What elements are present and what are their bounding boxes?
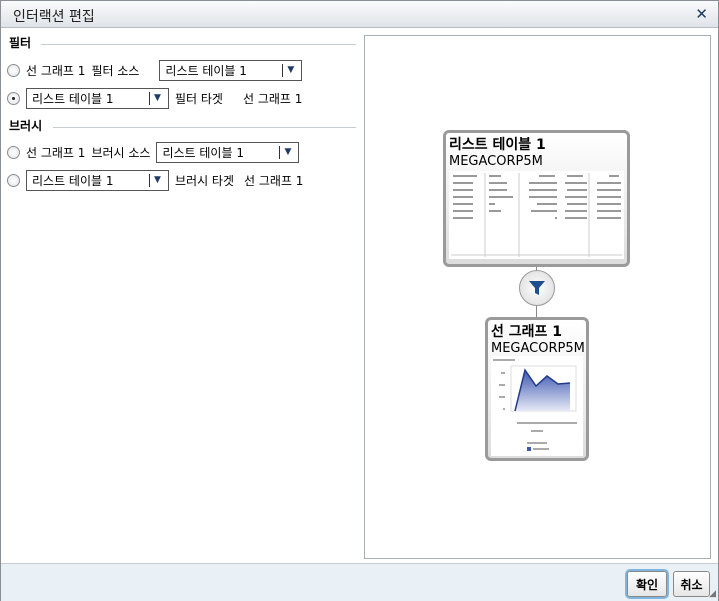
filter-target-select[interactable]: 리스트 테이블 1 ▼ — [26, 87, 169, 109]
role-label: 브러시 소스 — [91, 145, 151, 160]
cancel-button[interactable]: 취소 — [673, 571, 710, 597]
divider — [41, 44, 356, 45]
ok-button[interactable]: 확인 — [627, 571, 667, 597]
brush-heading: 브러시 — [9, 119, 43, 133]
select-value: 리스트 테이블 1 — [32, 91, 114, 106]
role-label: 필터 소스 — [91, 63, 140, 78]
card-title: 리스트 테이블 1 — [449, 137, 546, 153]
filter-source-select[interactable]: 리스트 테이블 1 ▼ — [159, 59, 303, 81]
select-value: 리스트 테이블 1 — [32, 173, 114, 188]
dialog-title: 인터랙션 편집 — [13, 9, 95, 25]
brush-target-radio[interactable] — [7, 173, 20, 187]
brush-target-row: 리스트 테이블 1 ▼ 브러시 타겟 선 그래프 1 — [7, 169, 309, 191]
divider — [53, 127, 356, 128]
chevron-down-icon: ▼ — [154, 175, 161, 185]
close-icon[interactable]: ✕ — [695, 5, 708, 23]
chevron-down-icon: ▼ — [287, 65, 295, 75]
brush-source-row: 선 그래프 1 브러시 소스 리스트 테이블 1 ▼ — [7, 141, 300, 163]
chevron-down-icon: ▼ — [154, 93, 161, 103]
target-card[interactable]: 선 그래프 1 MEGACORP5M — [485, 317, 589, 461]
brush-target-select[interactable]: 리스트 테이블 1 ▼ — [26, 169, 169, 191]
dialog-footer: 확인 취소 ◢ — [1, 563, 718, 601]
filter-source-radio[interactable] — [7, 63, 20, 77]
chart-label: 선 그래프 1 — [26, 63, 86, 78]
chart-label: 선 그래프 1 — [244, 173, 304, 188]
card-subtitle: MEGACORP5M — [491, 341, 585, 356]
chart-label: 선 그래프 1 — [242, 91, 303, 106]
line-chart-thumbnail — [491, 356, 583, 456]
title-bar: 인터랙션 편집 ✕ — [1, 1, 718, 28]
filter-heading: 필터 — [9, 36, 32, 50]
source-card[interactable]: 리스트 테이블 1 MEGACORP5M — [443, 130, 630, 267]
brush-source-radio[interactable] — [7, 145, 20, 159]
select-value: 리스트 테이블 1 — [162, 145, 244, 160]
interaction-preview: 리스트 테이블 1 MEGACORP5M 선 그래프 1 MEGACORP5M — [364, 35, 711, 559]
table-thumbnail — [449, 171, 624, 259]
select-value: 리스트 테이블 1 — [165, 63, 247, 78]
filter-source-row: 선 그래프 1 필터 소스 리스트 테이블 1 ▼ — [7, 59, 303, 81]
resize-grip-icon[interactable]: ◢ — [709, 589, 716, 599]
card-title: 선 그래프 1 — [491, 324, 563, 340]
role-label: 필터 타겟 — [175, 91, 223, 106]
filter-target-row: 리스트 테이블 1 ▼ 필터 타겟 선 그래프 1 — [7, 87, 308, 109]
chevron-down-icon: ▼ — [284, 147, 292, 157]
chart-label: 선 그래프 1 — [26, 145, 86, 160]
filter-target-radio[interactable] — [7, 91, 20, 105]
role-label: 브러시 타겟 — [175, 173, 235, 188]
card-subtitle: MEGACORP5M — [449, 154, 543, 169]
brush-source-select[interactable]: 리스트 테이블 1 ▼ — [156, 141, 300, 163]
filter-funnel-icon — [519, 270, 555, 306]
